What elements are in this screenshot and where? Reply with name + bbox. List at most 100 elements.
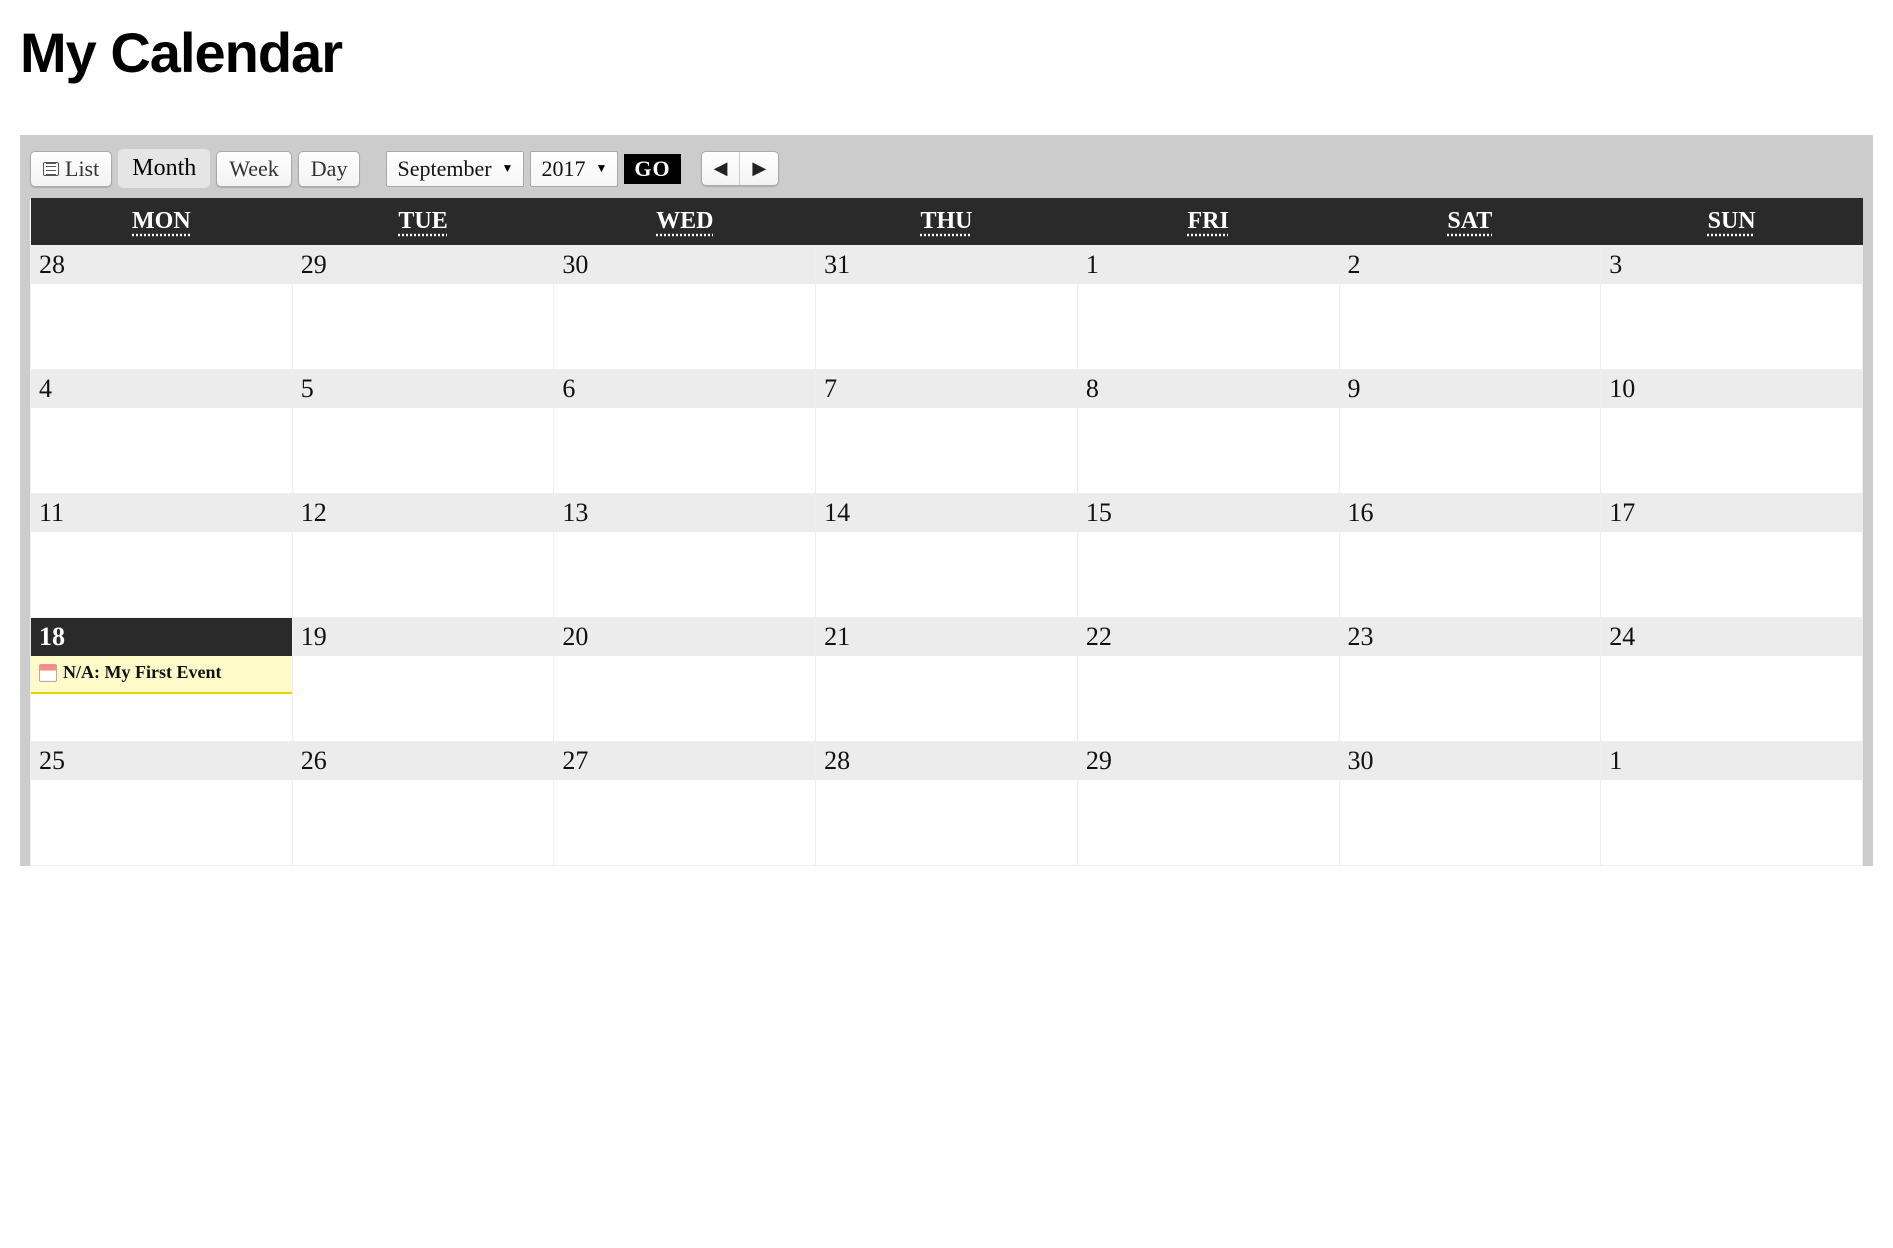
calendar-cell[interactable]: 14	[816, 494, 1078, 618]
month-select[interactable]: September ▼	[386, 151, 524, 187]
day-number: 15	[1078, 494, 1339, 532]
day-number: 8	[1078, 370, 1339, 408]
next-button[interactable]: ▶	[740, 152, 778, 185]
day-number: 13	[554, 494, 815, 532]
view-week-button[interactable]: Week	[216, 151, 292, 187]
chevron-down-icon: ▼	[595, 161, 607, 176]
calendar-cell[interactable]: 15	[1077, 494, 1339, 618]
page-title: My Calendar	[20, 20, 1873, 85]
year-select-value: 2017	[541, 156, 585, 182]
calendar-cell[interactable]: 30	[554, 246, 816, 370]
header-sun: SUN	[1601, 198, 1863, 246]
calendar-cell[interactable]: 31	[816, 246, 1078, 370]
chevron-down-icon: ▼	[502, 161, 514, 176]
calendar-row: 11121314151617	[31, 494, 1863, 618]
calendar-cell[interactable]: 9	[1339, 370, 1601, 494]
calendar-cell[interactable]: 29	[1077, 742, 1339, 866]
month-select-value: September	[397, 156, 491, 182]
day-number: 4	[31, 370, 292, 408]
day-number: 27	[554, 742, 815, 780]
day-number: 5	[293, 370, 554, 408]
day-number: 31	[816, 246, 1077, 284]
calendar-cell[interactable]: 28	[816, 742, 1078, 866]
calendar-event-icon	[39, 664, 57, 682]
calendar-cell[interactable]: 21	[816, 618, 1078, 742]
day-number: 30	[554, 246, 815, 284]
day-number: 2	[1340, 246, 1601, 284]
day-number: 25	[31, 742, 292, 780]
calendar-cell[interactable]: 5	[292, 370, 554, 494]
calendar-container: List Month Week Day September ▼ 2017 ▼ G…	[20, 135, 1873, 866]
header-sat: SAT	[1339, 198, 1601, 246]
calendar-cell[interactable]: 27	[554, 742, 816, 866]
day-number: 3	[1601, 246, 1862, 284]
day-number: 22	[1078, 618, 1339, 656]
go-button[interactable]: GO	[624, 154, 680, 184]
day-number: 7	[816, 370, 1077, 408]
calendar-row: 28293031123	[31, 246, 1863, 370]
calendar-cell[interactable]: 23	[1339, 618, 1601, 742]
calendar-cell[interactable]: 29	[292, 246, 554, 370]
calendar-cell[interactable]: 20	[554, 618, 816, 742]
day-number: 24	[1601, 618, 1862, 656]
calendar-cell[interactable]: 1	[1601, 742, 1863, 866]
calendar-cell[interactable]: 4	[31, 370, 293, 494]
calendar-cell[interactable]: 6	[554, 370, 816, 494]
calendar-cell[interactable]: 18 N/A: My First Event	[31, 618, 293, 742]
day-number: 1	[1601, 742, 1862, 780]
calendar-cell[interactable]: 19	[292, 618, 554, 742]
day-number: 19	[293, 618, 554, 656]
day-number: 23	[1340, 618, 1601, 656]
header-fri: FRI	[1077, 198, 1339, 246]
calendar-cell[interactable]: 16	[1339, 494, 1601, 618]
day-number: 18	[31, 618, 292, 656]
view-list-button[interactable]: List	[30, 151, 112, 187]
calendar-cell[interactable]: 7	[816, 370, 1078, 494]
calendar-event[interactable]: N/A: My First Event	[31, 656, 292, 694]
calendar-cell[interactable]: 2	[1339, 246, 1601, 370]
calendar-cell[interactable]: 28	[31, 246, 293, 370]
calendar-cell[interactable]: 26	[292, 742, 554, 866]
calendar-cell[interactable]: 17	[1601, 494, 1863, 618]
list-icon	[43, 162, 59, 176]
calendar-cell[interactable]: 25	[31, 742, 293, 866]
header-tue: TUE	[292, 198, 554, 246]
header-wed: WED	[554, 198, 816, 246]
calendar-cell[interactable]: 30	[1339, 742, 1601, 866]
calendar-cell[interactable]: 1	[1077, 246, 1339, 370]
calendar-toolbar: List Month Week Day September ▼ 2017 ▼ G…	[30, 145, 1863, 198]
calendar-cell[interactable]: 10	[1601, 370, 1863, 494]
prev-button[interactable]: ◀	[702, 152, 741, 185]
day-number: 30	[1340, 742, 1601, 780]
calendar-row: 45678910	[31, 370, 1863, 494]
day-number: 29	[1078, 742, 1339, 780]
day-number: 17	[1601, 494, 1862, 532]
day-number: 12	[293, 494, 554, 532]
day-number: 20	[554, 618, 815, 656]
day-number: 10	[1601, 370, 1862, 408]
calendar-row: 2526272829301	[31, 742, 1863, 866]
calendar-grid: MON TUE WED THU FRI SAT SUN 282930311234…	[30, 198, 1863, 866]
calendar-event-text: N/A: My First Event	[63, 662, 221, 684]
day-number: 1	[1078, 246, 1339, 284]
day-number: 9	[1340, 370, 1601, 408]
day-number: 28	[816, 742, 1077, 780]
header-row: MON TUE WED THU FRI SAT SUN	[31, 198, 1863, 246]
header-thu: THU	[816, 198, 1078, 246]
calendar-cell[interactable]: 22	[1077, 618, 1339, 742]
view-month-button[interactable]: Month	[118, 149, 210, 188]
calendar-cell[interactable]: 8	[1077, 370, 1339, 494]
nav-arrows: ◀ ▶	[701, 151, 780, 186]
day-number: 14	[816, 494, 1077, 532]
view-day-button[interactable]: Day	[298, 151, 361, 187]
day-number: 21	[816, 618, 1077, 656]
calendar-cell[interactable]: 12	[292, 494, 554, 618]
year-select[interactable]: 2017 ▼	[530, 151, 618, 187]
calendar-cell[interactable]: 24	[1601, 618, 1863, 742]
calendar-cell[interactable]: 3	[1601, 246, 1863, 370]
calendar-cell[interactable]: 13	[554, 494, 816, 618]
calendar-cell[interactable]: 11	[31, 494, 293, 618]
day-number: 28	[31, 246, 292, 284]
calendar-row: 18 N/A: My First Event 192021222324	[31, 618, 1863, 742]
day-number: 16	[1340, 494, 1601, 532]
